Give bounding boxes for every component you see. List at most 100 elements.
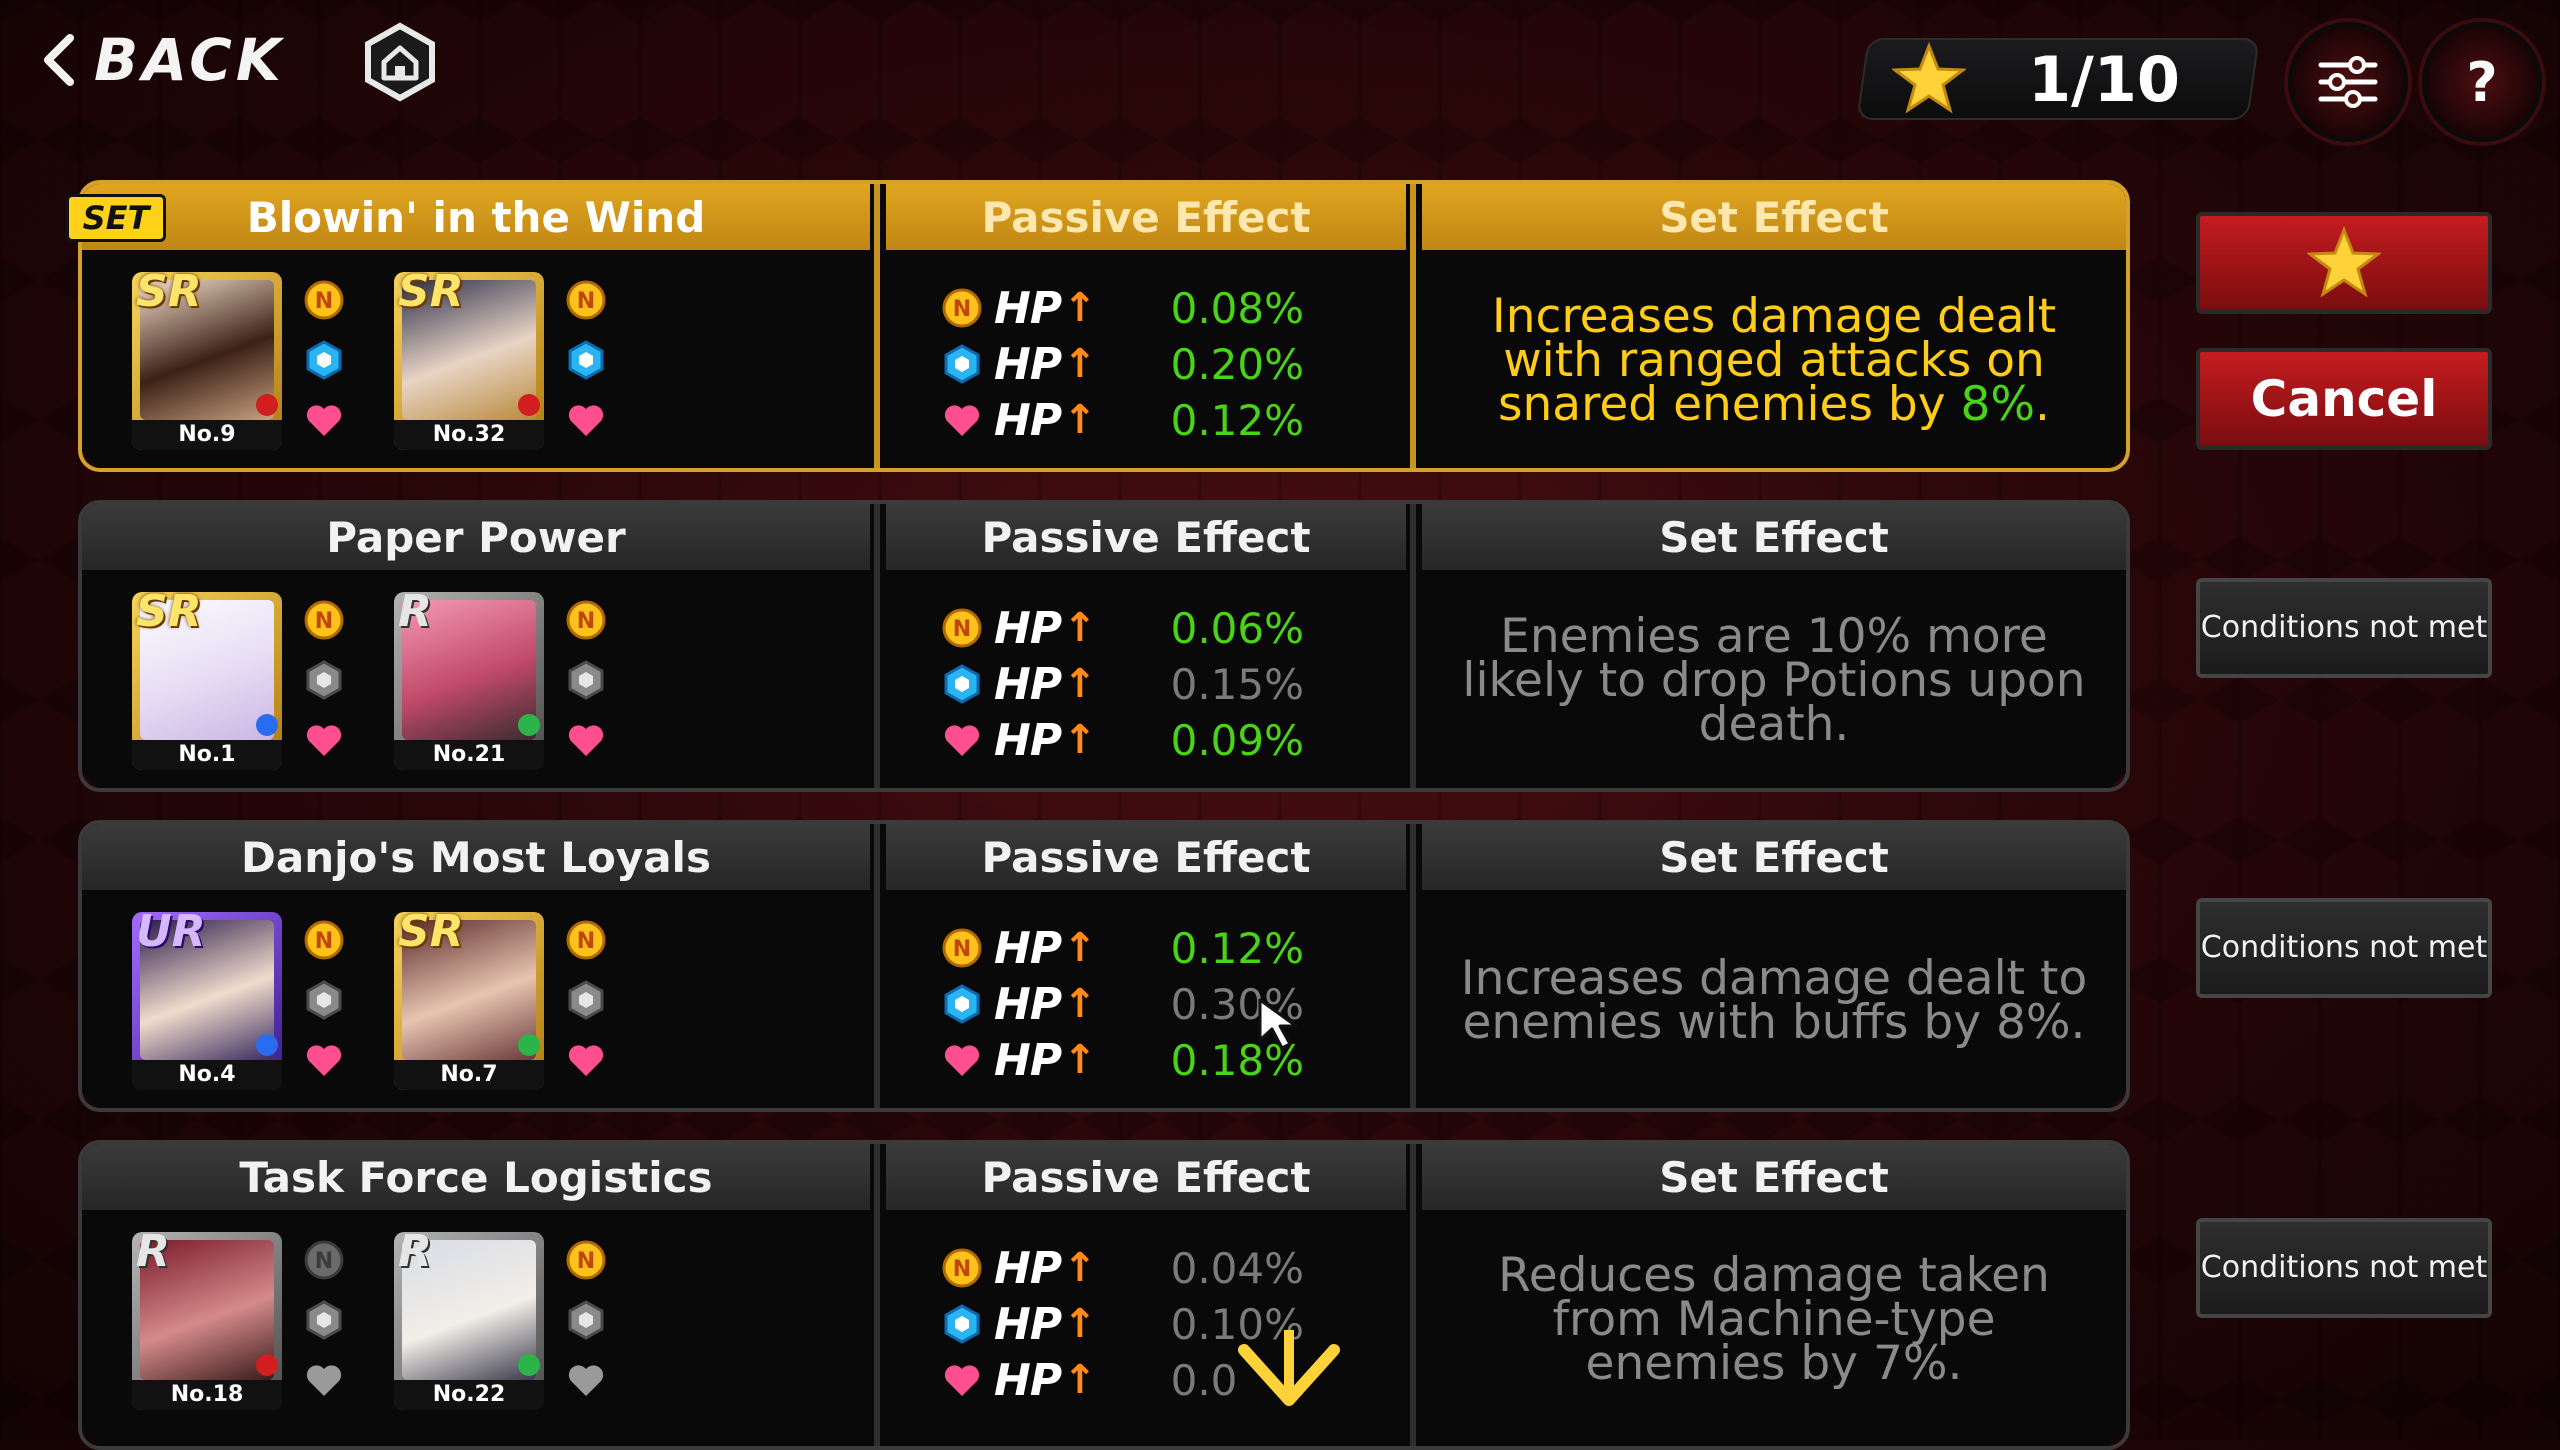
- attribute-icon: [256, 714, 278, 736]
- set-effect-header: Set Effect: [1422, 184, 2126, 250]
- n-icon: N: [942, 608, 982, 648]
- up-arrow-icon: ↑: [1063, 341, 1097, 387]
- passive-row: N HP ↑ 0.12%: [942, 920, 1311, 976]
- card-number: No.4: [132, 1060, 282, 1090]
- set-effect-header: Set Effect: [1422, 504, 2126, 570]
- star-count: 1/10: [2028, 42, 2181, 116]
- stat-label: HP: [994, 978, 1062, 1030]
- hex-icon-blue: [306, 340, 342, 380]
- column-divider: [874, 500, 880, 792]
- set-effect-header: Set Effect: [1422, 824, 2126, 890]
- n-icon: N: [942, 1248, 982, 1288]
- star-icon: [2307, 226, 2381, 298]
- set-row-task-force-logistics[interactable]: Task Force Logistics R No.18 N R No.22 N…: [78, 1140, 2130, 1450]
- filter-button[interactable]: [2288, 22, 2408, 142]
- home-button[interactable]: [358, 20, 442, 104]
- passive-value: 0.12%: [1170, 923, 1305, 973]
- heart-icon: [568, 725, 604, 756]
- heart-icon: [944, 1045, 980, 1076]
- favorite-button[interactable]: [2196, 212, 2492, 314]
- set-effect-text: Reduces damage taken from Machine-type e…: [1448, 1210, 2100, 1430]
- set-effect-header: Set Effect: [1422, 1144, 2126, 1210]
- n-icon: N: [566, 280, 606, 320]
- scroll-down-arrow-icon[interactable]: [1234, 1330, 1344, 1430]
- set-row-blowin-in-the-wind[interactable]: SET Blowin' in the Wind SR No.9 N SR No.…: [66, 180, 2130, 472]
- character-card[interactable]: R No.18: [132, 1232, 282, 1410]
- svg-text:N: N: [315, 929, 333, 954]
- svg-text:N: N: [953, 297, 971, 322]
- passive-value: 0.08%: [1170, 283, 1305, 333]
- hex-icon-blue: [944, 664, 980, 704]
- set-effect-description: Increases damage dealt to enemies with b…: [1460, 951, 2088, 1050]
- set-name: Blowin' in the Wind: [82, 184, 870, 250]
- column-divider: [1410, 820, 1416, 1112]
- cancel-button[interactable]: Cancel: [2196, 348, 2492, 450]
- requirement-icons: N: [304, 1240, 348, 1420]
- hex-icon-grey: [568, 660, 604, 700]
- svg-text:N: N: [315, 289, 333, 314]
- set-badge: SET: [66, 194, 166, 242]
- character-card[interactable]: SR No.1: [132, 592, 282, 770]
- stat-label: HP: [994, 602, 1062, 654]
- hex-icon-grey: [306, 980, 342, 1020]
- column-divider: [1410, 180, 1416, 472]
- conditions-not-met-button[interactable]: Conditions not met: [2196, 578, 2492, 678]
- back-label: BACK: [94, 26, 285, 94]
- character-card[interactable]: UR No.4: [132, 912, 282, 1090]
- back-button[interactable]: BACK: [40, 22, 285, 98]
- passive-effect-cell: Passive Effect N HP ↑ 0.08% HP ↑ 0.20% HP ↑…: [882, 180, 1410, 472]
- passive-value: 0.09%: [1170, 715, 1305, 765]
- requirement-icons: N: [566, 280, 610, 460]
- svg-text:N: N: [577, 609, 595, 634]
- heart-icon-grey: [306, 1365, 342, 1396]
- rarity-label: SR: [136, 272, 202, 317]
- n-icon: N: [304, 280, 344, 320]
- conditions-not-met-button[interactable]: Conditions not met: [2196, 1218, 2492, 1318]
- set-effect-cell: Set Effect Reduces damage taken from Mac…: [1418, 1140, 2130, 1450]
- passive-effect-header: Passive Effect: [886, 1144, 1406, 1210]
- passive-value: 0.06%: [1170, 603, 1305, 653]
- set-effect-description: Enemies are 10% more likely to drop Poti…: [1462, 609, 2086, 752]
- character-card[interactable]: R No.21: [394, 592, 544, 770]
- card-number: No.1: [132, 740, 282, 770]
- passive-list: N HP ↑ 0.06% HP ↑ 0.15% HP ↑ 0.09%: [942, 600, 1311, 768]
- svg-text:N: N: [315, 609, 333, 634]
- character-card[interactable]: R No.22: [394, 1232, 544, 1410]
- help-button[interactable]: ?: [2422, 22, 2542, 142]
- heart-icon: [944, 405, 980, 436]
- svg-text:N: N: [953, 617, 971, 642]
- up-arrow-icon: ↑: [1063, 397, 1097, 443]
- heart-icon: [568, 405, 604, 436]
- passive-effect-header: Passive Effect: [886, 504, 1406, 570]
- up-arrow-icon: ↑: [1063, 1245, 1097, 1291]
- character-card[interactable]: SR No.7: [394, 912, 544, 1090]
- set-members-cell: Paper Power SR No.1 N R No.21 N: [78, 500, 874, 792]
- set-members-cell: Danjo's Most Loyals UR No.4 N SR No.7 N: [78, 820, 874, 1112]
- passive-effect-header: Passive Effect: [886, 184, 1406, 250]
- passive-effect-cell: Passive Effect N HP ↑ 0.06% HP ↑ 0.15% HP ↑…: [882, 500, 1410, 792]
- star-counter: 1/10: [1856, 38, 2260, 120]
- passive-row: HP ↑ 0.15%: [942, 656, 1311, 712]
- rarity-label: UR: [136, 912, 206, 957]
- character-card[interactable]: SR No.32: [394, 272, 544, 450]
- set-members-cell: Task Force Logistics R No.18 N R No.22 N: [78, 1140, 874, 1450]
- hex-icon-blue: [944, 344, 980, 384]
- column-divider: [1410, 1140, 1416, 1450]
- passive-row: HP ↑ 0.12%: [942, 392, 1311, 448]
- column-divider: [874, 820, 880, 1112]
- set-row-paper-power[interactable]: Paper Power SR No.1 N R No.21 N Passive …: [78, 500, 2130, 792]
- set-effect-text: Increases damage dealt with ranged attac…: [1448, 250, 2100, 472]
- character-card[interactable]: SR No.9: [132, 272, 282, 450]
- n-icon: N: [566, 600, 606, 640]
- svg-text:N: N: [577, 1249, 595, 1274]
- stat-label: HP: [994, 922, 1062, 974]
- conditions-not-met-button[interactable]: Conditions not met: [2196, 898, 2492, 998]
- attribute-icon: [518, 714, 540, 736]
- stat-label: HP: [994, 394, 1062, 446]
- attribute-icon: [256, 1354, 278, 1376]
- passive-value: 0.20%: [1170, 339, 1305, 389]
- passive-value: 0.04%: [1170, 1243, 1305, 1293]
- up-arrow-icon: ↑: [1063, 1037, 1097, 1083]
- requirement-icons: N: [566, 600, 610, 780]
- set-row-danjos-most-loyals[interactable]: Danjo's Most Loyals UR No.4 N SR No.7 N …: [78, 820, 2130, 1112]
